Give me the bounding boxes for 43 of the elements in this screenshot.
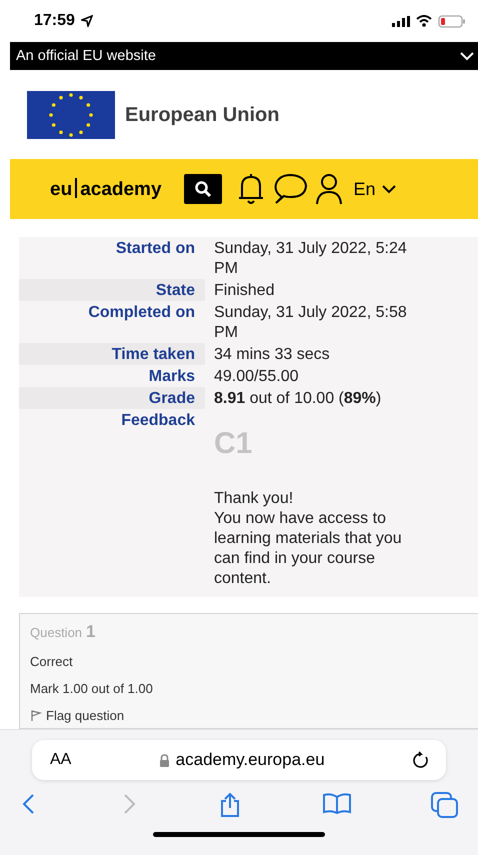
user-icon[interactable] [314,173,344,205]
search-button[interactable] [184,174,222,204]
site-title: European Union [125,104,280,126]
question-status: Correct [30,654,74,669]
row-value: Sunday, 31 July 2022, 5:24 PM [213,239,408,279]
url-text: academy.europa.eu [176,750,325,770]
flag-question-link[interactable]: Flag question [30,708,124,723]
tabs-icon[interactable] [431,792,459,818]
chevron-icon[interactable] [460,51,474,61]
row-value: 49.00/55.00 [213,367,300,387]
reload-icon[interactable] [412,750,430,770]
row-label: Completed on [87,303,196,323]
row-label: Feedback [120,411,196,431]
row-label: Grade [19,387,205,409]
flag-icon [30,710,42,722]
row-value: Finished [213,281,276,301]
address-bar[interactable]: AA academy.europa.eu [32,740,446,780]
row-label: Started on [114,239,196,259]
question-label: Question [30,625,82,640]
signal-icon [392,16,410,26]
row-label: Marks [148,367,196,387]
language-selector[interactable]: En [354,178,396,200]
row-label: State [19,279,205,301]
lock-icon [158,754,170,766]
question-number: 1 [86,622,96,642]
feedback-text: You now have access to learning materials that you can find in your course content. [214,509,403,589]
row-value: Sunday, 31 July 2022, 5:58 PM [213,303,408,343]
feedback-text: Thank you! [214,489,294,509]
chat-bubble-icon[interactable] [272,173,308,205]
clock-time: 17:59 [34,12,75,30]
wifi-icon [416,15,432,27]
row-value: 34 mins 33 secs [213,345,331,365]
text-size-button[interactable]: AA [50,751,72,769]
caret-icon [382,184,396,194]
row-label: Time taken [19,343,205,365]
share-icon[interactable] [218,792,242,818]
search-icon [194,180,212,198]
banner-text: An official EU website [16,48,156,64]
question-mark: Mark 1.00 out of 1.00 [30,681,154,696]
location-arrow-icon [80,15,93,27]
brand-logo[interactable]: eu academy [50,178,162,200]
battery-icon [438,14,466,28]
row-value: 8.91 out of 10.00 (89%) [213,389,382,409]
